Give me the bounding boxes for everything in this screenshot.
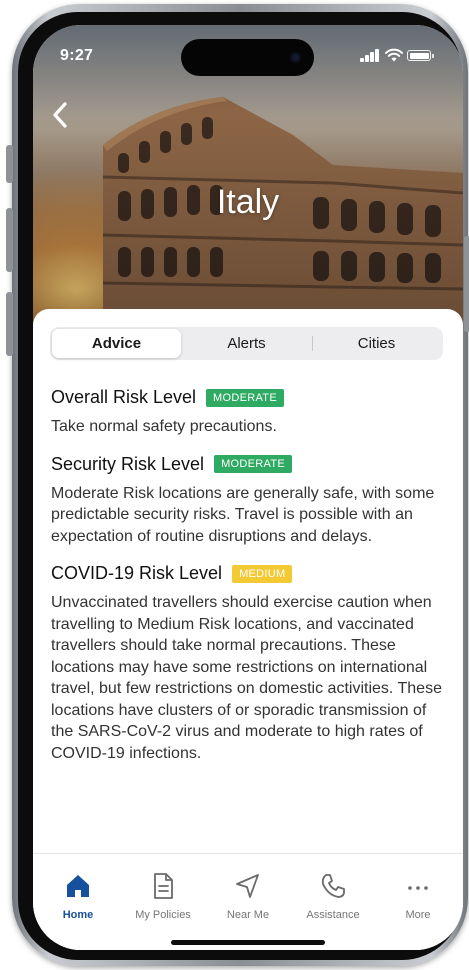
- volume-up-button: [6, 208, 13, 272]
- risk-description: Take normal safety precautions.: [51, 418, 277, 435]
- status-badge: MODERATE: [206, 388, 284, 407]
- risk-heading: Overall Risk Level MODERATE: [51, 387, 446, 408]
- document-icon: [154, 873, 173, 899]
- front-camera-icon: [290, 52, 301, 63]
- volume-down-button: [6, 292, 13, 356]
- dynamic-island: [181, 39, 314, 76]
- risk-overall: Overall Risk Level MODERATE Take normal …: [51, 387, 446, 438]
- risk-list: Overall Risk Level MODERATE Take normal …: [51, 387, 446, 780]
- nav-my-policies[interactable]: My Policies: [120, 872, 206, 921]
- home-icon: [67, 875, 89, 897]
- action-button: [6, 145, 13, 183]
- risk-title: COVID-19 Risk Level: [51, 563, 223, 583]
- tab-alerts[interactable]: Alerts: [181, 329, 312, 358]
- nav-near-me[interactable]: Near Me: [205, 872, 291, 921]
- phone-icon: [321, 874, 345, 898]
- power-button: [464, 236, 469, 332]
- navigation-arrow-icon: [236, 874, 259, 898]
- nav-label: My Policies: [135, 909, 191, 921]
- risk-heading: Security Risk Level MODERATE: [51, 454, 446, 475]
- risk-covid: COVID-19 Risk Level MEDIUM Unvaccinated …: [51, 563, 446, 764]
- chevron-left-icon: [53, 102, 67, 128]
- segmented-control: Advice Alerts Cities: [50, 327, 443, 360]
- nav-assistance[interactable]: Assistance: [290, 872, 376, 921]
- back-button[interactable]: [47, 99, 75, 131]
- risk-title: Security Risk Level: [51, 453, 205, 474]
- status-indicators: [360, 48, 438, 63]
- nav-label: More: [405, 909, 431, 921]
- home-indicator: [171, 940, 325, 945]
- risk-security: Security Risk Level MODERATE Moderate Ri…: [51, 454, 446, 548]
- nav-label: Near Me: [226, 909, 270, 921]
- signal-icon: [360, 49, 382, 63]
- tab-cities[interactable]: Cities: [312, 329, 441, 358]
- more-dots-icon: [408, 886, 428, 890]
- nav-home[interactable]: Home: [35, 872, 121, 921]
- risk-description: Unvaccinated travellers should exercise …: [51, 594, 442, 762]
- bottom-tab-bar: Home My Policies Near Me Assistance More: [33, 853, 463, 950]
- tab-advice[interactable]: Advice: [52, 329, 181, 358]
- screen: 9:27 Italy Advice Alerts Cities Overall …: [33, 25, 463, 950]
- risk-heading: COVID-19 Risk Level MEDIUM: [51, 563, 446, 584]
- nav-label: Home: [62, 909, 94, 921]
- status-badge: MODERATE: [214, 455, 292, 473]
- page-title: Italy: [216, 183, 280, 221]
- wifi-icon: [385, 48, 403, 62]
- battery-icon: [407, 50, 434, 61]
- nav-label: Assistance: [306, 909, 360, 921]
- risk-title: Overall Risk Level: [51, 387, 197, 407]
- risk-description: Moderate Risk locations are generally sa…: [51, 484, 435, 545]
- nav-more[interactable]: More: [375, 872, 461, 921]
- status-badge: MEDIUM: [232, 564, 293, 583]
- status-time: 9:27: [60, 47, 94, 64]
